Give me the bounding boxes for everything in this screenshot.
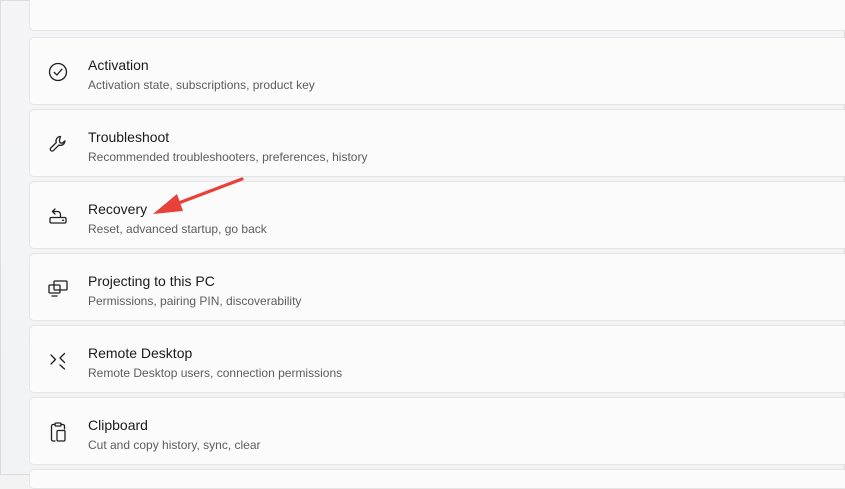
clipboard-title: Clipboard bbox=[88, 417, 148, 433]
remote-desktop-subtitle: Remote Desktop users, connection permiss… bbox=[88, 366, 343, 380]
settings-card-clipboard[interactable]: Clipboard Cut and copy history, sync, cl… bbox=[29, 397, 845, 465]
recovery-icon bbox=[46, 204, 70, 228]
wrench-icon bbox=[46, 132, 70, 156]
settings-card-activation[interactable]: Activation Activation state, subscriptio… bbox=[29, 37, 845, 105]
settings-card-recovery[interactable]: Recovery Reset, advanced startup, go bac… bbox=[29, 181, 845, 249]
remote-desktop-title: Remote Desktop bbox=[88, 345, 193, 361]
settings-card-projecting[interactable]: Projecting to this PC Permissions, pairi… bbox=[29, 253, 845, 321]
settings-window: Activation Activation state, subscriptio… bbox=[0, 0, 845, 489]
check-circle-icon bbox=[46, 60, 70, 84]
clipboard-subtitle: Cut and copy history, sync, clear bbox=[88, 438, 261, 452]
activation-title: Activation bbox=[88, 57, 149, 73]
projecting-icon bbox=[46, 276, 70, 300]
projecting-subtitle: Permissions, pairing PIN, discoverabilit… bbox=[88, 294, 302, 308]
settings-card-below[interactable] bbox=[29, 469, 845, 489]
projecting-title: Projecting to this PC bbox=[88, 273, 215, 289]
settings-card-above[interactable] bbox=[29, 0, 845, 31]
remote-desktop-icon bbox=[46, 348, 70, 372]
clipboard-icon bbox=[46, 420, 70, 444]
activation-subtitle: Activation state, subscriptions, product… bbox=[88, 78, 315, 92]
recovery-subtitle: Reset, advanced startup, go back bbox=[88, 222, 267, 236]
settings-card-remote-desktop[interactable]: Remote Desktop Remote Desktop users, con… bbox=[29, 325, 845, 393]
recovery-title: Recovery bbox=[88, 201, 148, 217]
settings-card-troubleshoot[interactable]: Troubleshoot Recommended troubleshooters… bbox=[29, 109, 845, 177]
troubleshoot-title: Troubleshoot bbox=[88, 129, 170, 145]
troubleshoot-subtitle: Recommended troubleshooters, preferences… bbox=[88, 150, 368, 164]
